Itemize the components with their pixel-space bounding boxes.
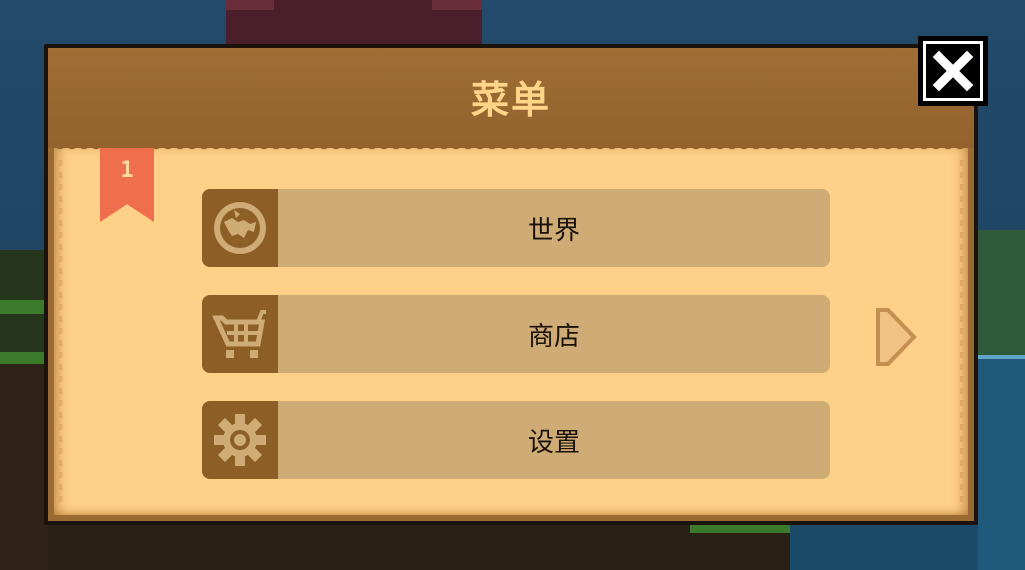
close-button[interactable] bbox=[918, 36, 988, 106]
shopping-cart-icon bbox=[212, 310, 266, 358]
menu-dialog: 菜单 1 世界 商店 设置 bbox=[44, 44, 978, 525]
shop-icon-box bbox=[202, 295, 278, 373]
world-icon-box bbox=[202, 189, 278, 267]
shop-button-label: 商店 bbox=[527, 321, 580, 352]
background-grass bbox=[0, 352, 48, 364]
shop-button[interactable]: 商店 bbox=[202, 295, 830, 373]
background-grass bbox=[690, 525, 790, 533]
paper-edge bbox=[56, 160, 62, 507]
background-water bbox=[978, 355, 1025, 570]
background-water-surface bbox=[978, 355, 1025, 359]
settings-icon-box bbox=[202, 401, 278, 479]
world-button[interactable]: 世界 bbox=[202, 189, 830, 267]
close-button-frame bbox=[923, 41, 983, 101]
close-icon bbox=[932, 50, 974, 92]
background-water bbox=[790, 525, 978, 570]
menu-dialog-body: 菜单 1 世界 商店 设置 bbox=[48, 48, 974, 521]
gear-icon bbox=[214, 414, 266, 466]
world-button-label: 世界 bbox=[527, 215, 580, 246]
dialog-header: 菜单 bbox=[48, 48, 974, 148]
dialog-title: 菜单 bbox=[470, 77, 551, 122]
settings-button[interactable]: 设置 bbox=[202, 401, 830, 479]
header-scallop-edge bbox=[54, 144, 968, 152]
paper-edge bbox=[960, 160, 966, 507]
next-page-button[interactable] bbox=[874, 306, 918, 368]
globe-icon bbox=[214, 202, 266, 254]
background-tower-cap bbox=[432, 0, 482, 10]
next-page-arrow-icon bbox=[876, 308, 917, 366]
settings-button-label: 设置 bbox=[527, 427, 580, 458]
background-dirt bbox=[0, 364, 48, 570]
background-hill bbox=[978, 230, 1025, 355]
background-tower-cap bbox=[226, 0, 274, 10]
background-grass bbox=[0, 300, 48, 314]
